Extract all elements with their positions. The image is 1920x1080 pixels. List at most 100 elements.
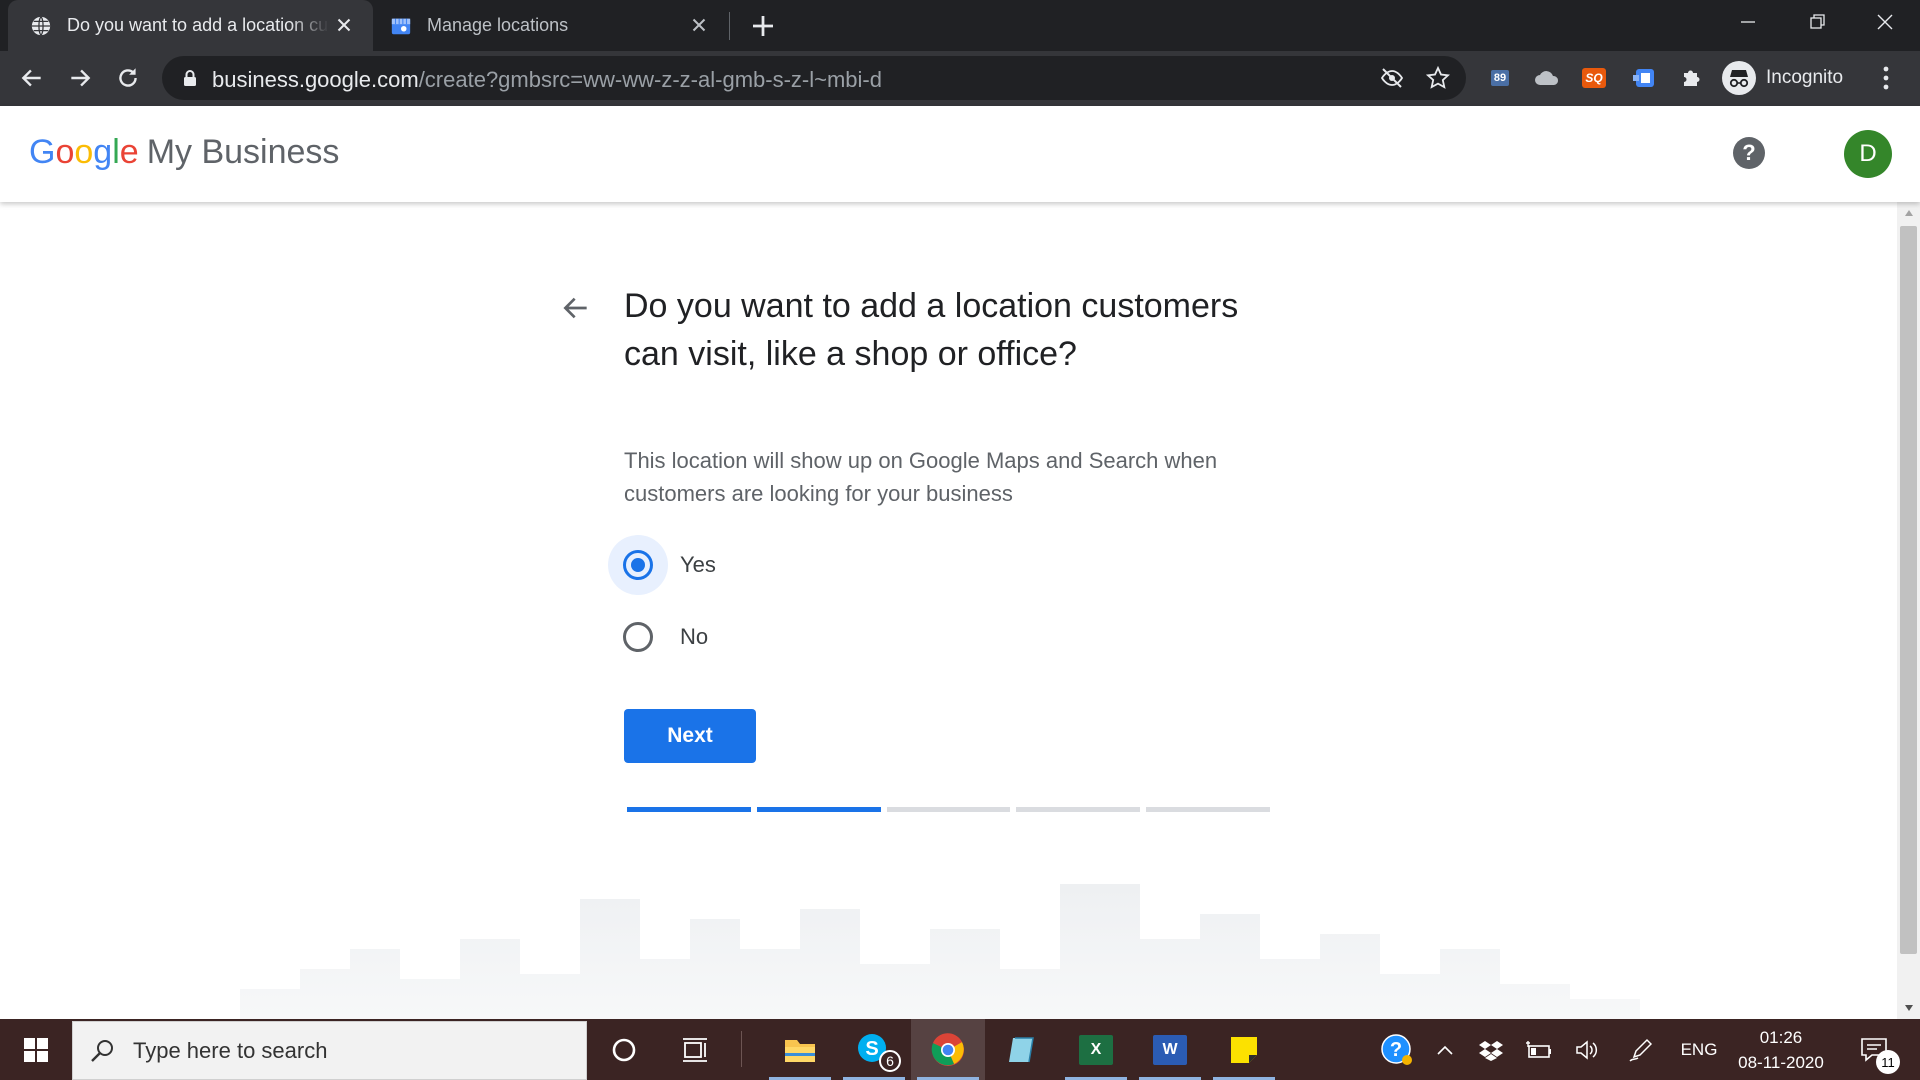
new-tab-icon[interactable] [748,11,778,41]
progress-segment [1146,807,1270,812]
chrome-button[interactable] [911,1019,985,1080]
windows-logo-icon [24,1037,48,1062]
cortana-circle-icon [612,1038,636,1061]
excel-icon: X [1079,1034,1113,1065]
reload-icon [119,68,137,87]
scroll-thumb[interactable] [1900,226,1917,954]
action-center-button[interactable]: 11 [1848,1019,1902,1080]
taskbar-clock[interactable]: 01:26 08-11-2020 [1726,1025,1836,1075]
notification-count-badge: 11 [1876,1050,1900,1074]
gmb-header: Google My Business ? D [0,106,1920,202]
tab-inactive[interactable]: Manage locations [373,0,728,51]
start-button[interactable] [0,1019,72,1080]
clock-time: 01:26 [1759,1028,1803,1047]
logo-letter: o [74,133,94,171]
url-text: business.google.com/create?gmbsrc=ww-ww-… [212,67,882,93]
logo-letter: g [93,133,113,171]
radio-focus-halo [608,607,668,667]
taskbar-search-box[interactable]: Type here to search [72,1021,587,1080]
page-description: This location will show up on Google Map… [624,448,1218,506]
radio-option-no[interactable]: No [608,607,708,667]
windows-taskbar: Type here to search S 6 X W ? ENG 01:26 … [0,1019,1920,1080]
scroll-down-button[interactable] [1897,997,1920,1019]
svg-text:S: S [865,1038,878,1060]
cortana-button[interactable] [587,1019,661,1080]
badge-89-extension-icon[interactable]: 89 [1486,64,1514,92]
radio-button-unselected[interactable] [623,622,653,652]
input-language-button[interactable]: ENG [1672,1019,1726,1080]
tab-close-icon[interactable] [688,14,710,36]
step-progress-bar [627,807,1270,812]
badge-89-label: 89 [1490,70,1510,86]
next-button[interactable]: Next [624,709,756,763]
file-explorer-button[interactable] [763,1019,837,1080]
seoquake-extension-icon[interactable]: SQ [1580,64,1608,92]
radio-button-selected[interactable] [623,550,653,580]
back-button[interactable] [16,62,48,94]
show-hidden-icons-button[interactable] [1428,1019,1462,1080]
star-icon[interactable] [1426,66,1450,90]
google-my-business-logo[interactable]: Google My Business [29,133,339,172]
task-view-button[interactable] [658,1019,732,1080]
battery-charging-icon [1526,1040,1551,1058]
url-path: /create?gmbsrc=ww-ww-z-z-al-gmb-s-z-l~mb… [418,67,882,92]
main-content: Do you want to add a location customers … [0,202,1897,1019]
skype-badge: 6 [879,1050,901,1072]
seoquake-label: SQ [1582,68,1606,88]
progress-segment [627,807,751,812]
scroll-up-button[interactable] [1897,202,1920,224]
back-arrow-icon[interactable] [560,292,592,324]
blue-square-icon [1633,69,1654,87]
logo-letter: e [119,133,139,171]
tab-close-icon[interactable] [333,14,355,36]
battery-tray-button[interactable] [1522,1019,1556,1080]
progress-segment [886,807,1011,812]
restore-button[interactable] [1783,0,1853,44]
volume-tray-button[interactable] [1570,1019,1604,1080]
globe-icon [31,15,51,36]
task-view-icon [683,1037,707,1062]
city-skyline-illustration [240,884,1640,1019]
sticky-notes-button[interactable] [1207,1019,1281,1080]
pen-workspace-tray-button[interactable] [1624,1019,1658,1080]
browser-toolbar: business.google.com/create?gmbsrc=ww-ww-… [0,51,1920,106]
cloud-icon [1535,71,1559,85]
account-avatar[interactable]: D [1844,130,1892,178]
excel-button[interactable]: X [1059,1019,1133,1080]
dropbox-tray-button[interactable] [1474,1019,1508,1080]
word-button[interactable]: W [1133,1019,1207,1080]
browser-tab-strip: Do you want to add a location customers … [0,0,1920,51]
lock-icon [184,70,196,86]
tab-active[interactable]: Do you want to add a location customers … [8,0,373,51]
address-bar[interactable]: business.google.com/create?gmbsrc=ww-ww-… [162,56,1466,100]
logo-letter: G [29,133,56,171]
forward-button[interactable] [64,62,96,94]
arrow-left-icon [21,69,41,87]
close-window-button[interactable] [1850,0,1920,44]
help-icon[interactable]: ? [1733,137,1765,169]
dropbox-icon [1479,1040,1503,1061]
cloud-extension-icon[interactable] [1533,64,1561,92]
minimize-button[interactable] [1713,0,1783,44]
incognito-profile-button[interactable]: Incognito [1722,58,1843,98]
eye-slash-icon[interactable] [1380,67,1404,89]
folder-icon [785,1039,815,1062]
close-icon [1877,14,1893,30]
incognito-icon [1722,61,1756,95]
sticky-notes-icon [1231,1036,1257,1063]
reload-button[interactable] [112,62,144,94]
chevron-up-icon [1437,1045,1453,1055]
radio-option-yes[interactable]: Yes [608,535,716,595]
extensions-button[interactable] [1678,64,1706,92]
notepad-app-button[interactable] [985,1019,1059,1080]
browser-menu-button[interactable] [1870,62,1902,94]
taskbar-separator [741,1031,742,1067]
page-scrollbar[interactable] [1897,202,1920,1019]
restore-icon [1810,14,1825,29]
skype-button[interactable]: S 6 [837,1019,911,1080]
blue-extension-icon[interactable] [1630,64,1658,92]
triangle-up-icon [1904,210,1913,216]
help-tray-button[interactable]: ? [1375,1019,1419,1080]
notepad-icon [1009,1036,1034,1062]
search-icon [91,1039,113,1062]
